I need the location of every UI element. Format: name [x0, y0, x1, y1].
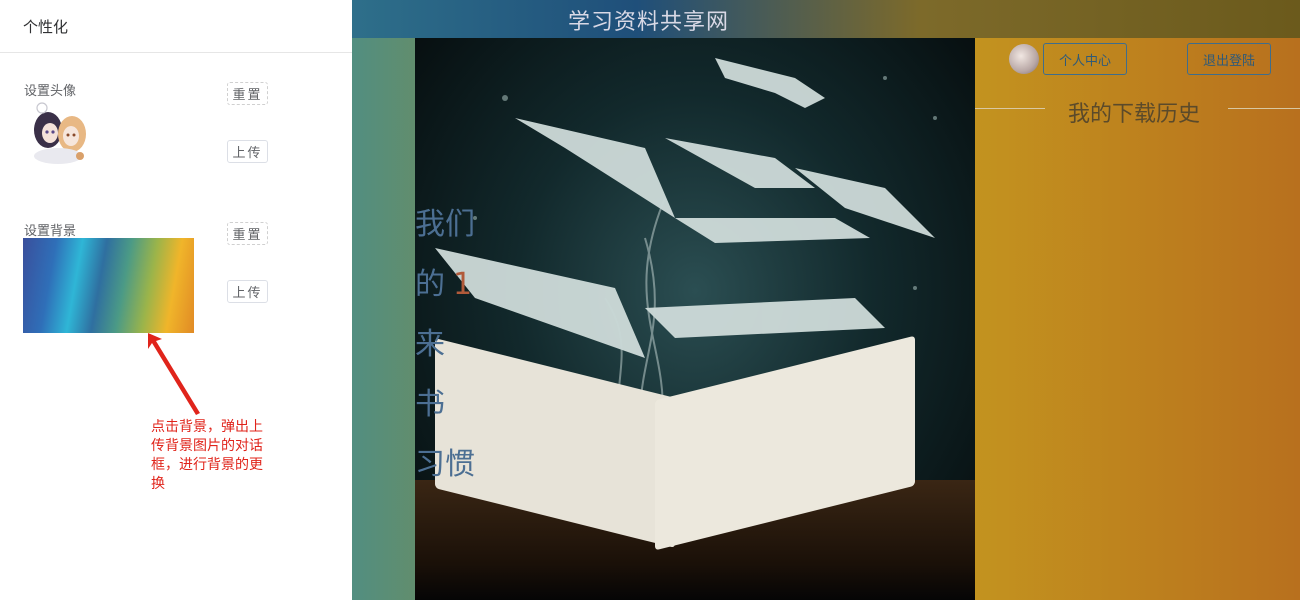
logout-button[interactable]: 退出登陆	[1187, 43, 1271, 75]
site-title: 学习资料共享网	[568, 10, 730, 35]
hero-word: 习惯	[415, 447, 475, 482]
drawer-title: 个性化	[23, 18, 69, 36]
site-header	[352, 0, 1300, 38]
hero-word: 我们	[415, 207, 475, 242]
avatar-section-label: 设置头像	[24, 84, 77, 99]
hero-word-with-number: 的1	[415, 267, 473, 302]
avatar-upload-button[interactable]: 上传	[227, 140, 268, 163]
background-upload-button[interactable]: 上传	[227, 280, 268, 303]
hero-number: 1	[453, 267, 473, 302]
header-avatar[interactable]	[1009, 44, 1039, 74]
avatar-image[interactable]	[28, 100, 92, 166]
hero-word: 书	[415, 387, 445, 422]
personalize-drawer: 个性化 设置头像 重置 上传 设置背景 重置 上传 点击背景，弹出上传背景图片的…	[0, 0, 352, 600]
hero-word: 来	[415, 327, 445, 362]
background-reset-button[interactable]: 重置	[227, 222, 268, 245]
personal-center-button[interactable]: 个人中心	[1043, 43, 1127, 75]
background-preview[interactable]	[23, 238, 194, 333]
hero-slogan: 我们 的1 来 书 习惯	[415, 195, 475, 495]
history-divider-left	[975, 108, 1045, 109]
avatar-reset-button[interactable]: 重置	[227, 82, 268, 105]
background-section-label: 设置背景	[24, 224, 77, 239]
anime-avatar-icon	[34, 102, 86, 164]
drawer-divider	[0, 52, 352, 53]
hero-banner	[415, 38, 975, 600]
download-history-title: 我的下载历史	[1068, 102, 1201, 127]
annotation-note: 点击背景，弹出上传背景图片的对话框，进行背景的更换	[151, 419, 263, 492]
history-divider-right	[1228, 108, 1300, 109]
annotation-arrow-icon	[148, 333, 200, 415]
